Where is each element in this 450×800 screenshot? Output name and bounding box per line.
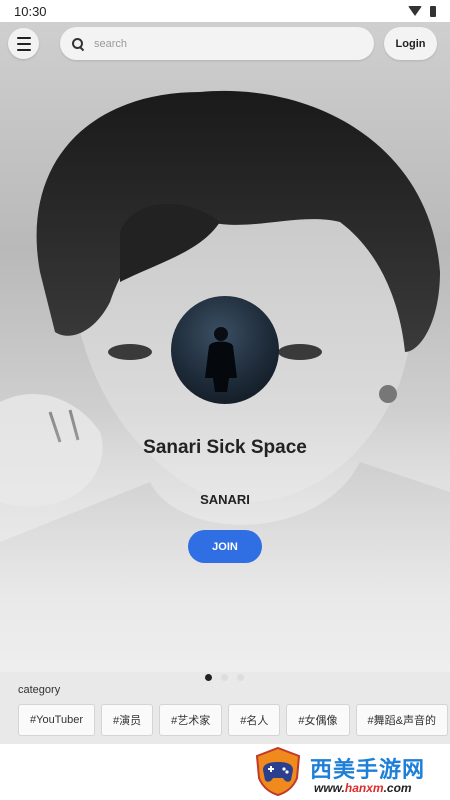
pager-dot[interactable] (205, 674, 212, 681)
category-chip[interactable]: #名人 (228, 704, 281, 736)
category-chip[interactable]: #演员 (101, 704, 154, 736)
status-icons (408, 5, 436, 17)
watermark-url-suffix: .com (383, 781, 412, 795)
hamburger-icon-line (16, 48, 31, 51)
space-title: Sanari Sick Space (143, 437, 307, 458)
status-bar: 10:30 (0, 0, 450, 22)
category-chip[interactable]: #舞蹈&声音的 (355, 704, 448, 736)
search-bar[interactable] (60, 27, 374, 60)
owner-name: SANARI (200, 492, 250, 507)
join-button[interactable]: JOIN (188, 530, 262, 563)
menu-button[interactable] (8, 28, 39, 59)
pager-dot[interactable] (221, 674, 228, 681)
status-time: 10:30 (14, 3, 47, 19)
avatar-figure-image (205, 327, 237, 392)
space-avatar[interactable] (171, 296, 279, 404)
hamburger-icon-line (16, 36, 31, 39)
category-chip[interactable]: #YouTuber (18, 704, 96, 736)
watermark-url-prefix: www. (314, 781, 345, 795)
gamepad-logo-icon (255, 746, 301, 796)
hamburger-icon-line (16, 42, 31, 45)
search-icon (72, 37, 84, 50)
category-chip[interactable]: #艺术家 (159, 704, 223, 736)
battery-icon (430, 5, 436, 17)
watermark-title: 西美手游网 (310, 757, 426, 782)
login-button[interactable]: Login (384, 27, 437, 60)
watermark-url: www.hanxm.com (314, 781, 412, 795)
wifi-icon (408, 6, 422, 16)
watermark-url-main: hanxm (344, 781, 384, 795)
pager-dot[interactable] (237, 674, 244, 681)
banner-pager (205, 674, 244, 681)
search-input[interactable] (94, 37, 354, 50)
category-chip-list: #YouTuber #演员 #艺术家 #名人 #女偶像 #舞蹈&声音的 (18, 704, 448, 736)
category-chip[interactable]: #女偶像 (286, 704, 350, 736)
category-label: category (18, 684, 61, 696)
